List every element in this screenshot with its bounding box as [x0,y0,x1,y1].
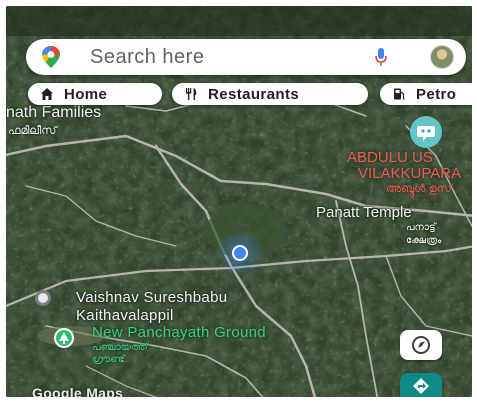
compass-button[interactable] [400,330,442,360]
label-panatt-temple[interactable]: Panatt Temple [316,205,412,220]
fuel-pump-icon [394,88,405,100]
chip-home-label: Home [64,85,108,103]
label-new-panchayath-ground[interactable]: New Panchayath Ground [92,325,266,340]
chip-home[interactable]: Home [28,83,162,105]
directions-icon [413,378,429,394]
current-location-dot[interactable] [234,247,246,259]
chip-restaurants-label: Restaurants [208,85,300,103]
map-view[interactable]: nath Families ഫമിലീസ് ABDULU US VILAKKUP… [6,6,472,397]
label-nath-families[interactable]: nath Families [6,105,101,121]
google-maps-watermark: Google Maps [32,385,124,397]
explore-sparkle-icon [417,126,435,141]
poi-marker-vaishnav[interactable] [35,290,51,306]
directions-button[interactable] [400,373,442,397]
house-icon [41,88,53,100]
label-vaishnav-line2[interactable]: Kaithavalappil [76,308,174,323]
park-icon [59,332,69,344]
chip-restaurants[interactable]: Restaurants [172,83,368,105]
label-nath-families-malayalam: ഫമിലീസ് [8,124,57,137]
status-bar-area [6,6,472,36]
label-ground-ml2: ഗ്രൗണ്ട് [92,354,125,365]
account-avatar[interactable] [430,45,454,69]
search-bar[interactable]: Search here [26,39,466,75]
label-panatt-temple-ml2: ക്ഷേത്രം [406,235,442,246]
compass-icon [412,336,430,354]
label-vaishnav-line1[interactable]: Vaishnav Sureshbabu [76,290,227,305]
search-input[interactable]: Search here [90,46,204,69]
microphone-icon[interactable] [374,47,388,67]
label-abdul-line1[interactable]: ABDULU US [347,150,433,165]
label-panatt-temple-ml1: പനാട്ട് [406,222,436,233]
google-maps-pin-icon [42,46,60,68]
poi-marker-ground[interactable] [54,328,74,348]
chip-petrol[interactable]: Petro [380,83,472,105]
fork-knife-icon [186,88,197,100]
label-ground-ml1: പഞ്ചായത്ത് [92,342,148,353]
explore-button[interactable] [410,116,442,148]
label-abdul-line2[interactable]: VILAKKUPARA [358,166,461,181]
chip-petrol-label: Petro [416,85,457,103]
label-abdul-malayalam: അബ്ദുൾ ഉസ് [386,182,452,195]
